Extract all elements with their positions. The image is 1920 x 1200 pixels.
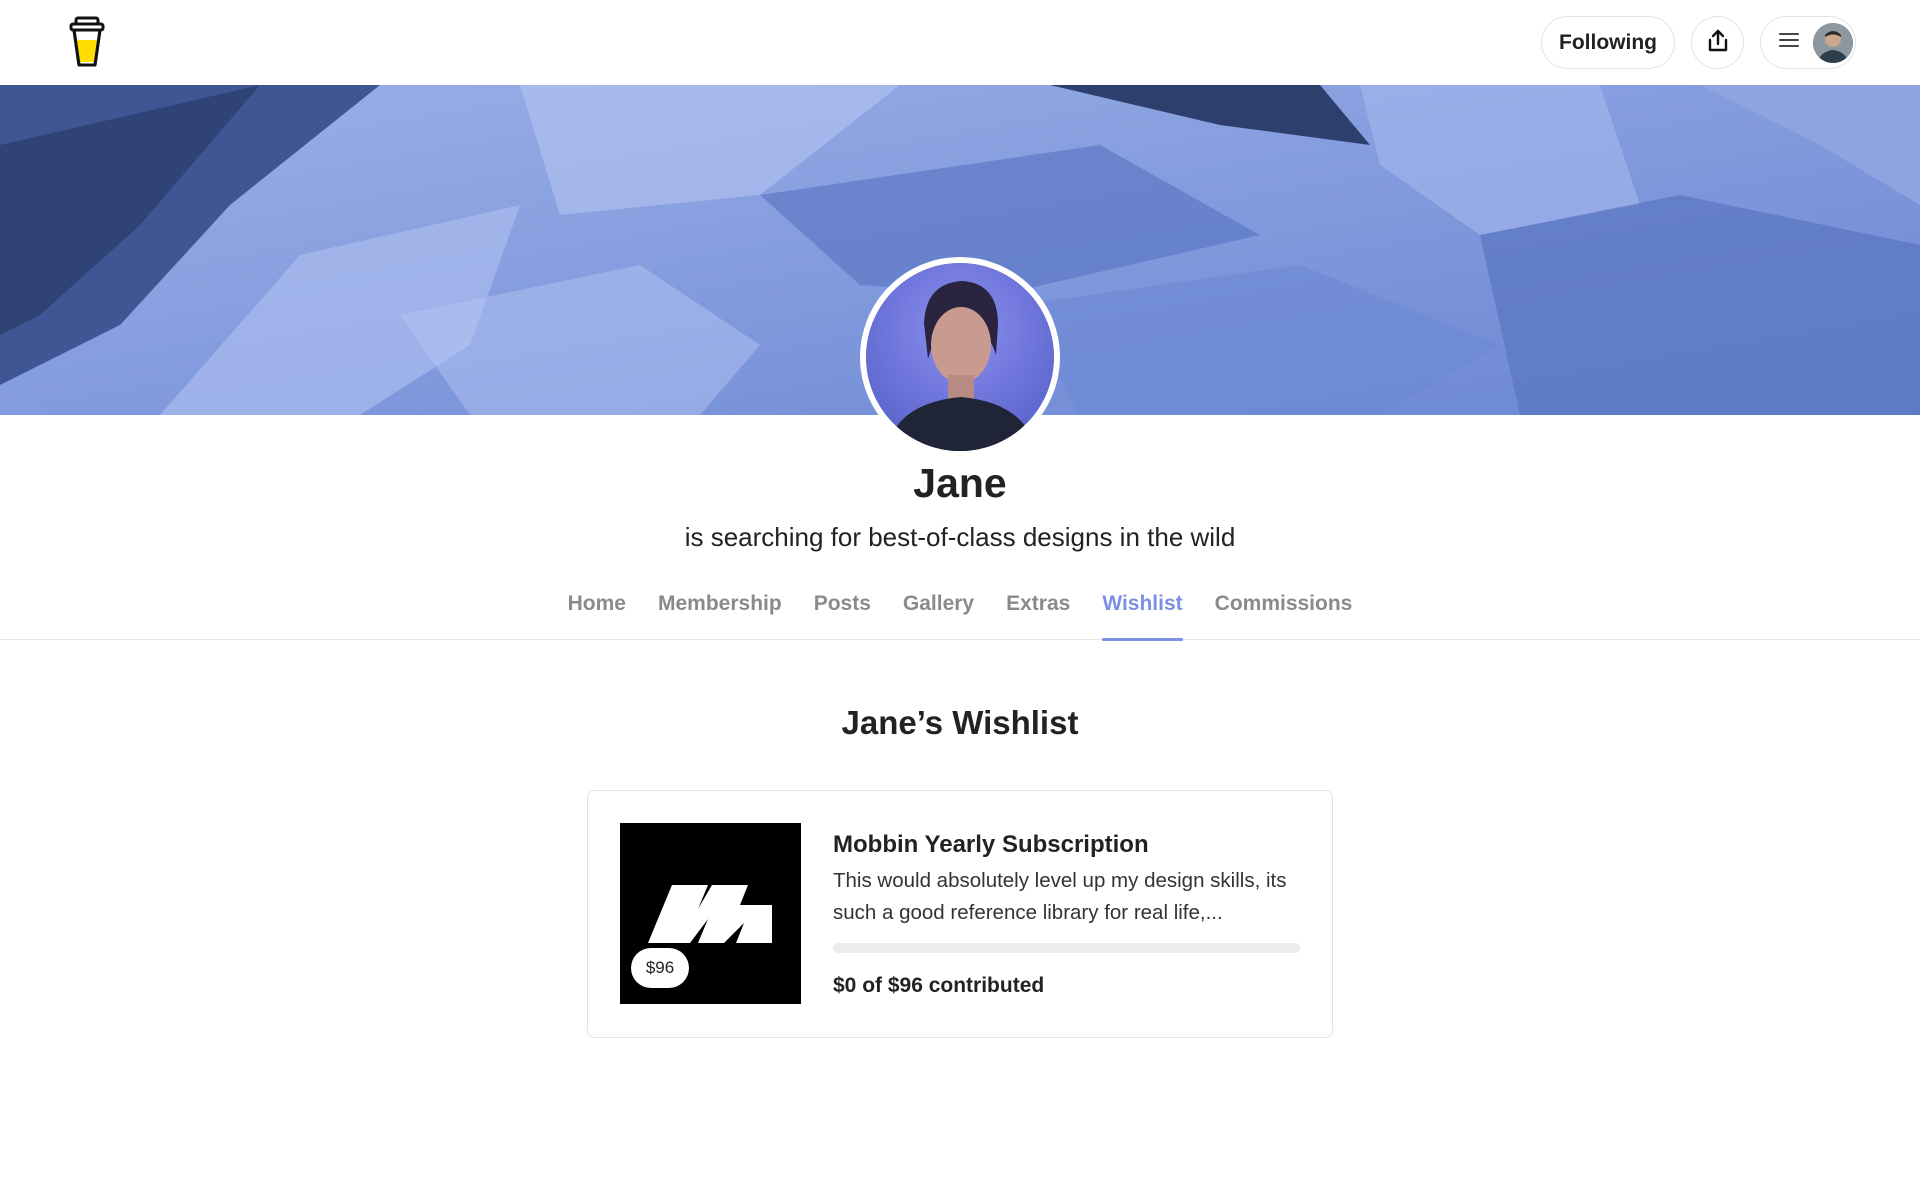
wishlist-item-description: This would absolutely level up my design…: [833, 869, 1287, 924]
tab-commissions[interactable]: Commissions: [1215, 588, 1353, 640]
following-button[interactable]: Following: [1541, 16, 1675, 69]
account-menu-button[interactable]: [1760, 16, 1856, 69]
tab-home[interactable]: Home: [568, 588, 626, 640]
coffee-cup-logo-icon[interactable]: [68, 16, 106, 68]
share-icon: [1707, 29, 1729, 56]
profile-avatar: [860, 257, 1060, 457]
user-avatar: [1813, 22, 1853, 63]
wishlist-item-image: $96: [620, 823, 801, 1004]
tab-gallery[interactable]: Gallery: [903, 588, 974, 640]
profile-tabs: Home Membership Posts Gallery Extras Wis…: [0, 588, 1920, 641]
wishlist-title: Jane’s Wishlist: [841, 704, 1079, 741]
top-bar: Following: [0, 0, 1920, 85]
contribution-progress-bar: [833, 943, 1300, 953]
tab-membership[interactable]: Membership: [658, 588, 782, 640]
profile-name: Jane: [913, 460, 1007, 506]
contribution-status: $0 of $96 contributed: [833, 974, 1045, 997]
hamburger-menu-icon: [1779, 32, 1799, 53]
profile-tagline: is searching for best-of-class designs i…: [684, 522, 1236, 552]
tab-wishlist[interactable]: Wishlist: [1102, 588, 1183, 641]
wishlist-item-title: Mobbin Yearly Subscription: [833, 831, 1149, 858]
share-button[interactable]: [1691, 16, 1744, 69]
tab-posts[interactable]: Posts: [814, 588, 871, 640]
tab-extras[interactable]: Extras: [1006, 588, 1070, 640]
price-badge: $96: [631, 948, 689, 988]
wishlist-item-card[interactable]: $96 Mobbin Yearly Subscription This woul…: [587, 790, 1333, 1038]
